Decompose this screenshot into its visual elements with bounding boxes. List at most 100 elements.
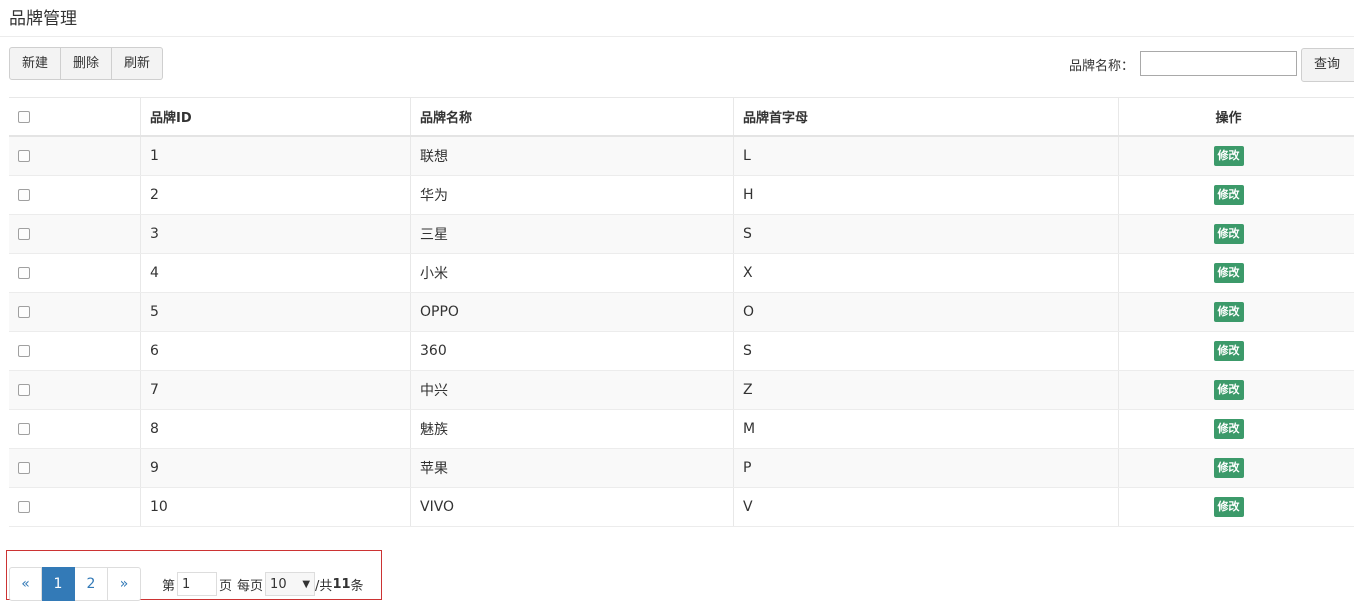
pagination-info: 第 1 页 每页 10 ▼ /共 11 条 — [162, 572, 364, 596]
row-checkbox[interactable] — [18, 462, 30, 474]
row-checkbox[interactable] — [18, 501, 30, 513]
action-cell: 修改 — [1119, 410, 1354, 448]
action-cell: 修改 — [1119, 449, 1354, 487]
action-cell: 修改 — [1119, 332, 1354, 370]
brand-name-cell: 小米 — [411, 254, 734, 292]
table-row: 1 联想 L 修改 — [9, 137, 1354, 176]
row-checkbox-cell — [9, 371, 141, 409]
row-checkbox[interactable] — [18, 306, 30, 318]
brand-id-cell: 7 — [141, 371, 411, 409]
search-label: 品牌名称： — [1069, 59, 1135, 74]
brand-id-cell: 2 — [141, 176, 411, 214]
row-checkbox[interactable] — [18, 267, 30, 279]
row-checkbox[interactable] — [18, 228, 30, 240]
edit-button[interactable]: 修改 — [1213, 263, 1244, 283]
total-prefix-label: /共 — [315, 578, 333, 594]
edit-button[interactable]: 修改 — [1213, 185, 1244, 205]
table-row: 5 OPPO O 修改 — [9, 293, 1354, 332]
table-row: 10 VIVO V 修改 — [9, 488, 1354, 527]
table-row: 2 华为 H 修改 — [9, 176, 1354, 215]
brand-initial-cell: O — [734, 293, 1119, 331]
table-row: 4 小米 X 修改 — [9, 254, 1354, 293]
brand-id-cell: 1 — [141, 137, 411, 175]
brand-name-cell: 魅族 — [411, 410, 734, 448]
edit-button[interactable]: 修改 — [1213, 302, 1244, 322]
table-row: 7 中兴 Z 修改 — [9, 371, 1354, 410]
edit-button[interactable]: 修改 — [1213, 380, 1244, 400]
brand-name-cell: 三星 — [411, 215, 734, 253]
next-page-button[interactable]: » — [108, 567, 141, 601]
brand-initial-cell: X — [734, 254, 1119, 292]
row-checkbox-cell — [9, 332, 141, 370]
brand-name-cell: 360 — [411, 332, 734, 370]
row-checkbox-cell — [9, 293, 141, 331]
brand-initial-cell: L — [734, 137, 1119, 175]
action-cell: 修改 — [1119, 488, 1354, 526]
page-button-1[interactable]: 1 — [42, 567, 75, 601]
search-button[interactable]: 查询 — [1301, 48, 1354, 82]
brand-name-cell: 苹果 — [411, 449, 734, 487]
table-row: 8 魅族 M 修改 — [9, 410, 1354, 449]
row-checkbox-cell — [9, 176, 141, 214]
row-checkbox[interactable] — [18, 150, 30, 162]
delete-button[interactable]: 删除 — [61, 47, 113, 80]
row-checkbox[interactable] — [18, 423, 30, 435]
action-cell: 修改 — [1119, 137, 1354, 175]
table-row: 3 三星 S 修改 — [9, 215, 1354, 254]
brand-name-search-input[interactable] — [1140, 51, 1297, 76]
brand-initial-cell: S — [734, 215, 1119, 253]
row-checkbox-cell — [9, 215, 141, 253]
brand-initial-cell: Z — [734, 371, 1119, 409]
new-button[interactable]: 新建 — [9, 47, 62, 80]
header-action: 操作 — [1215, 111, 1242, 126]
edit-button[interactable]: 修改 — [1213, 458, 1244, 478]
header-checkbox-cell — [9, 98, 141, 135]
action-cell: 修改 — [1119, 254, 1354, 292]
page-prefix-label: 第 — [162, 578, 176, 594]
refresh-button[interactable]: 刷新 — [112, 47, 164, 80]
brand-name-cell: OPPO — [411, 293, 734, 331]
brand-name-cell: 中兴 — [411, 371, 734, 409]
header-brand-id: 品牌ID — [141, 98, 411, 135]
pagination: « 1 2 » — [9, 567, 141, 601]
row-checkbox-cell — [9, 254, 141, 292]
header-brand-name: 品牌名称 — [411, 98, 734, 135]
row-checkbox[interactable] — [18, 189, 30, 201]
page-number-input[interactable]: 1 — [177, 572, 218, 596]
edit-button[interactable]: 修改 — [1213, 341, 1244, 361]
select-all-checkbox[interactable] — [18, 110, 30, 123]
action-cell: 修改 — [1119, 215, 1354, 253]
row-checkbox-cell — [9, 137, 141, 175]
brand-initial-cell: P — [734, 449, 1119, 487]
brand-id-cell: 3 — [141, 215, 411, 253]
table-row: 6 360 S 修改 — [9, 332, 1354, 371]
action-cell: 修改 — [1119, 371, 1354, 409]
table-header-row: 品牌ID 品牌名称 品牌首字母 操作 — [9, 98, 1354, 137]
brand-id-cell: 10 — [141, 488, 411, 526]
edit-button[interactable]: 修改 — [1213, 419, 1244, 439]
brand-name-cell: VIVO — [411, 488, 734, 526]
brand-initial-cell: H — [734, 176, 1119, 214]
total-suffix-label: 条 — [350, 578, 364, 594]
edit-button[interactable]: 修改 — [1213, 146, 1244, 166]
toolbar: 新建 删除 刷新 — [9, 47, 164, 80]
row-checkbox[interactable] — [18, 345, 30, 357]
brand-name-cell: 联想 — [411, 137, 734, 175]
page-size-value: 10 — [270, 576, 287, 592]
action-cell: 修改 — [1119, 293, 1354, 331]
header-brand-initial: 品牌首字母 — [734, 98, 1119, 135]
per-page-label: 每页 — [237, 578, 264, 594]
prev-page-button[interactable]: « — [9, 567, 42, 601]
row-checkbox-cell — [9, 449, 141, 487]
page-button-2[interactable]: 2 — [75, 567, 108, 601]
page-size-select[interactable]: 10 ▼ — [265, 572, 316, 596]
brand-initial-cell: V — [734, 488, 1119, 526]
brand-id-cell: 9 — [141, 449, 411, 487]
brand-id-cell: 5 — [141, 293, 411, 331]
edit-button[interactable]: 修改 — [1213, 497, 1244, 517]
edit-button[interactable]: 修改 — [1213, 224, 1244, 244]
row-checkbox[interactable] — [18, 384, 30, 396]
brand-name-cell: 华为 — [411, 176, 734, 214]
total-count: 11 — [332, 576, 351, 592]
chevron-down-icon: ▼ — [302, 578, 311, 590]
